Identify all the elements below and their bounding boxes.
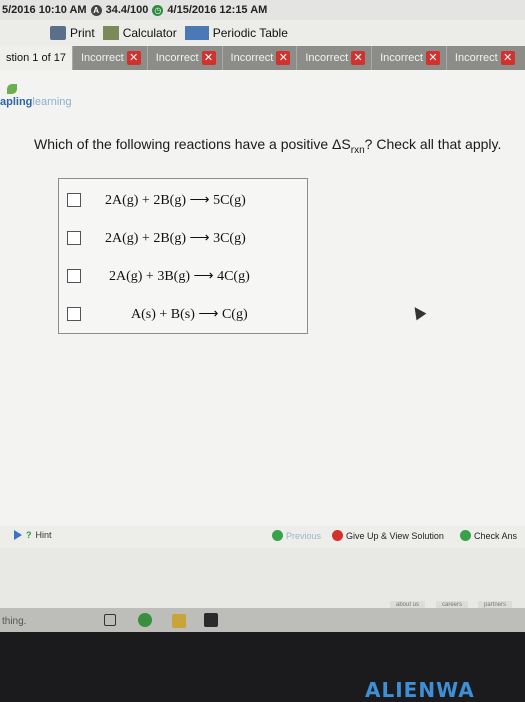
mouse-cursor-icon [409, 303, 427, 321]
tab-question-3[interactable]: Incorrect ✕ [146, 46, 222, 70]
give-up-label: Give Up & View Solution [346, 530, 444, 541]
periodic-table-label: Periodic Table [212, 26, 288, 40]
chrome-icon[interactable] [138, 613, 152, 627]
question-content: aplinglearning Which of the following re… [0, 70, 525, 530]
previous-label: Previous [286, 530, 322, 541]
file-explorer-icon[interactable] [172, 614, 186, 628]
taskbar: thing. [0, 608, 525, 632]
logo-part2: learning [32, 96, 72, 108]
check-answer-button[interactable]: Check Ans [460, 530, 517, 541]
choice-2[interactable]: 2A(g) + 2B(g) ⟶ 3C(g) [59, 219, 307, 257]
give-up-icon [332, 530, 343, 541]
tab-label: Incorrect [230, 52, 274, 64]
answer-choices: 2A(g) + 2B(g) ⟶ 5C(g) 2A(g) + 2B(g) ⟶ 3C… [58, 178, 308, 334]
date-time: 5/2016 10:10 AM [2, 4, 87, 16]
incorrect-x-icon: ✕ [500, 51, 515, 65]
checkbox[interactable] [67, 193, 81, 207]
bottom-action-bar: ? Hint Previous Give Up & View Solution … [0, 526, 525, 548]
tab-label: Incorrect [454, 52, 498, 64]
give-up-button[interactable]: Give Up & View Solution [332, 530, 444, 541]
print-button[interactable]: Print [50, 26, 95, 40]
toolbar: Print Calculator Periodic Table [0, 20, 525, 46]
tab-question-6[interactable]: Incorrect ✕ [371, 46, 446, 70]
choice-1[interactable]: 2A(g) + 2B(g) ⟶ 5C(g) [59, 181, 307, 219]
check-icon [460, 530, 471, 541]
sapling-logo: aplinglearning [0, 96, 72, 108]
incorrect-x-icon: ✕ [351, 51, 366, 65]
tab-question-5[interactable]: Incorrect ✕ [296, 46, 371, 70]
hint-label: Hint [35, 530, 52, 540]
alienware-logo: ALIENWA [365, 678, 475, 702]
store-icon[interactable] [204, 613, 218, 627]
choice-4[interactable]: A(s) + B(s) ⟶ C(g) [59, 295, 307, 333]
play-arrow-icon [14, 530, 22, 540]
clock-icon: ◷ [152, 4, 164, 16]
score: 34.4/100 [105, 4, 149, 16]
hint-button[interactable]: ? Hint [14, 530, 52, 540]
question-counter[interactable]: stion 1 of 17 [0, 46, 72, 70]
tab-label: Incorrect [305, 52, 349, 64]
leaf-icon [7, 84, 17, 94]
tab-question-2[interactable]: Incorrect ✕ [71, 46, 147, 70]
tab-label: Incorrect [155, 52, 199, 64]
question-text-before: Which of the following reactions have a … [34, 136, 351, 152]
tab-question-7[interactable]: Incorrect ✕ [445, 46, 521, 70]
tab-label: Incorrect [80, 52, 124, 64]
reaction-text: 2A(g) + 2B(g) ⟶ 5C(g) [105, 192, 246, 208]
reaction-text: A(s) + B(s) ⟶ C(g) [131, 306, 248, 322]
periodic-table-icon [184, 26, 209, 40]
periodic-table-button[interactable]: Periodic Table [184, 26, 288, 40]
checkbox[interactable] [67, 269, 81, 283]
incorrect-x-icon: ✕ [201, 51, 216, 65]
calculator-button[interactable]: Calculator [102, 26, 177, 40]
incorrect-x-icon: ✕ [276, 51, 291, 65]
checkbox[interactable] [67, 307, 81, 321]
incorrect-x-icon: ✕ [425, 51, 440, 65]
print-icon [50, 26, 66, 40]
question-subscript: rxn [350, 144, 365, 156]
logo-part1: apling [0, 96, 33, 108]
previous-arrow-icon [272, 530, 283, 541]
reaction-text: 2A(g) + 3B(g) ⟶ 4C(g) [109, 268, 250, 284]
task-view-icon[interactable] [104, 614, 116, 626]
page-footer: about us careers partners [0, 548, 525, 609]
choice-3[interactable]: 2A(g) + 3B(g) ⟶ 4C(g) [59, 257, 307, 295]
tab-question-4[interactable]: Incorrect ✕ [221, 46, 297, 70]
help-icon: ? [26, 530, 32, 540]
calculator-icon [102, 26, 119, 40]
screen: 5/2016 10:10 AM A 34.4/100 ◷ 4/15/2016 1… [0, 0, 525, 632]
check-answer-label: Check Ans [474, 530, 518, 541]
question-text: Which of the following reactions have a … [34, 136, 501, 156]
calculator-label: Calculator [122, 26, 177, 40]
checkbox[interactable] [67, 231, 81, 245]
incorrect-x-icon: ✕ [126, 51, 141, 65]
previous-button[interactable]: Previous [272, 530, 321, 541]
score-icon: A [90, 4, 102, 16]
print-label: Print [70, 26, 95, 40]
tab-label: Incorrect [380, 52, 423, 64]
question-text-after: ? Check all that apply. [364, 136, 502, 152]
reaction-text: 2A(g) + 2B(g) ⟶ 3C(g) [105, 230, 246, 246]
taskbar-search-text[interactable]: thing. [2, 616, 26, 627]
due-date: 4/15/2016 12:15 AM [167, 4, 268, 16]
question-tabs: stion 1 of 17 Incorrect ✕ Incorrect ✕ In… [0, 46, 525, 70]
status-bar: 5/2016 10:10 AM A 34.4/100 ◷ 4/15/2016 1… [0, 0, 525, 20]
